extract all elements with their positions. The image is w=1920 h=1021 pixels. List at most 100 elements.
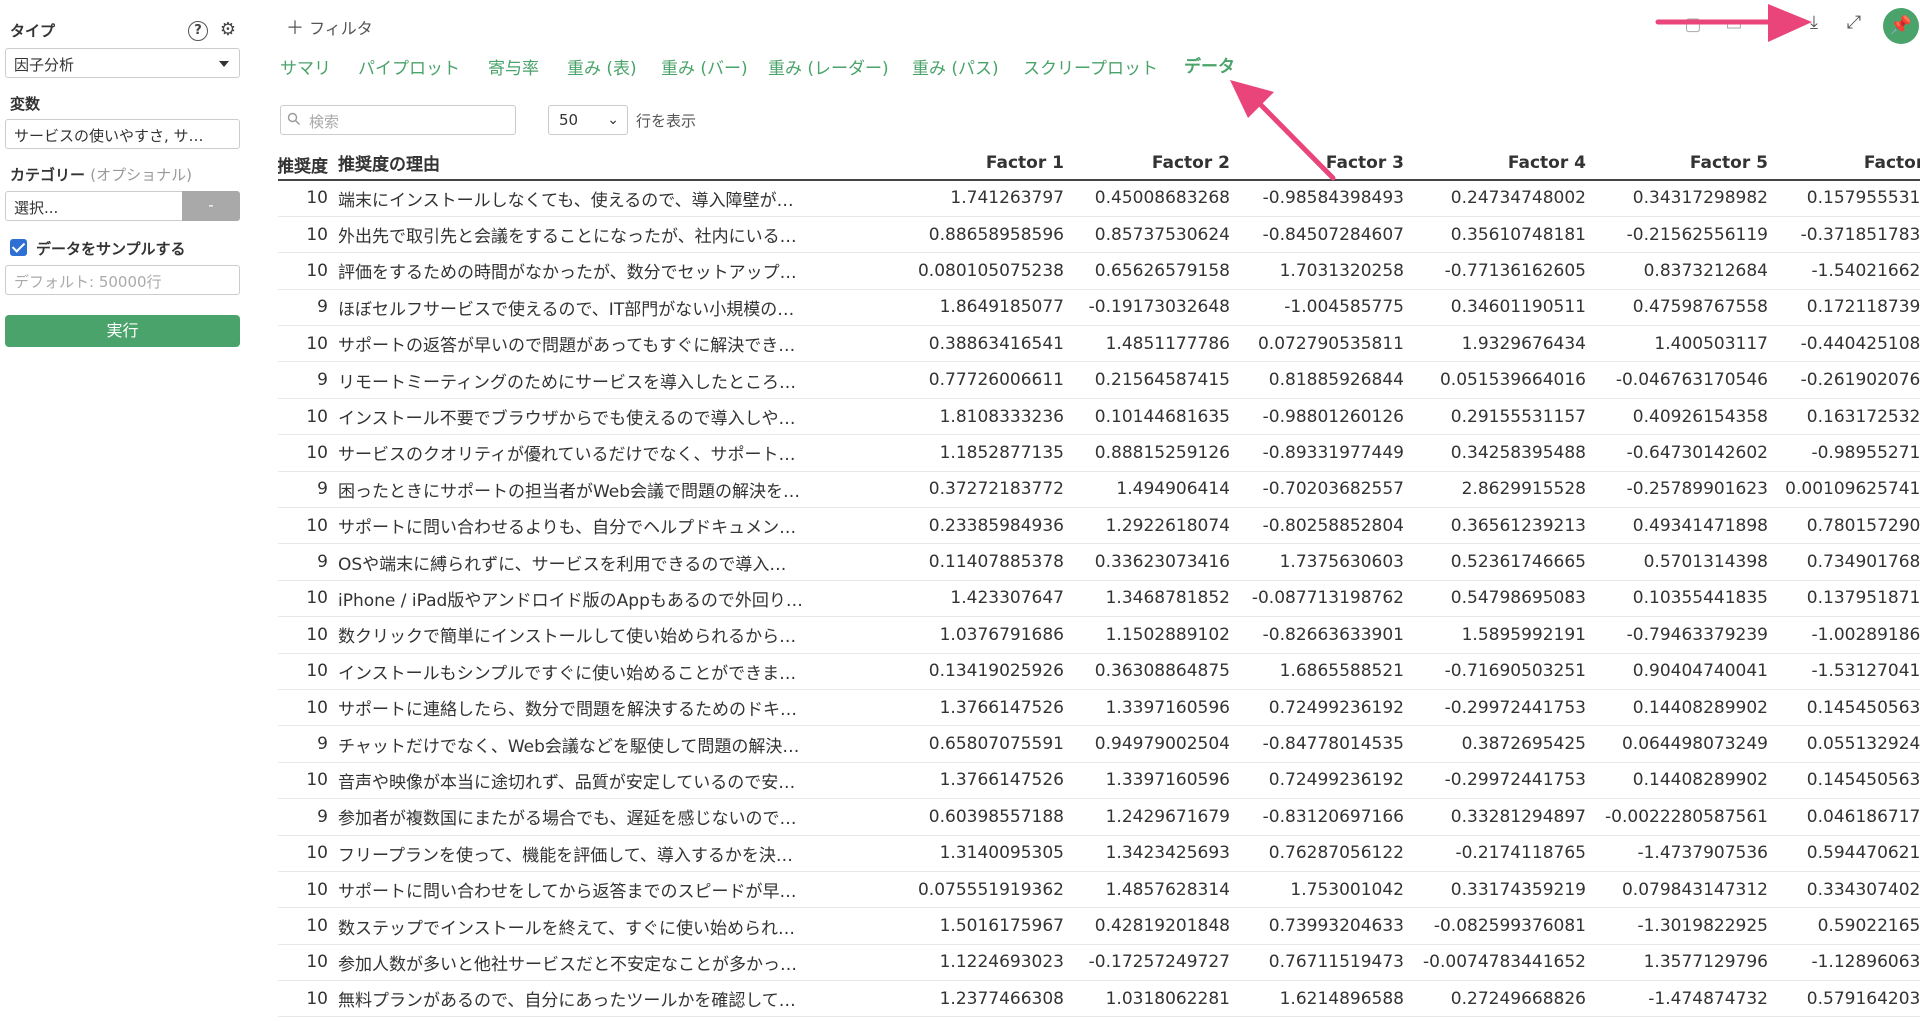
- category-remove-button[interactable]: -: [182, 191, 240, 221]
- factor-cell: 0.5902216567: [1780, 907, 1920, 945]
- factor-cell: 0.85737530624: [1076, 216, 1242, 254]
- table-row[interactable]: 9 リモートミーティングのためにサービスを導入したところ… 0.7772600661…: [278, 361, 1920, 399]
- help-icon[interactable]: ?: [188, 21, 208, 41]
- factor-cell: 0.88815259126: [1076, 434, 1242, 472]
- factor-cell: 1.1852877135: [908, 434, 1076, 472]
- factor-cell: 0.57916420321: [1780, 980, 1920, 1018]
- table-row[interactable]: 10 サポートに問い合わせをしてから返答までのスピードが早… 0.075551919…: [278, 871, 1920, 909]
- table-row[interactable]: 10 端末にインストールしなくても、使えるので、導入障壁が… 1.741263797…: [278, 180, 1920, 217]
- tab-summary[interactable]: サマリ: [280, 54, 331, 79]
- tab-weights-table[interactable]: 重み (表): [567, 54, 637, 79]
- table-row[interactable]: 10 iPhone / iPad版やアンドロイド版のAppもあるので外回り… 1.4…: [278, 580, 1920, 618]
- variable-select[interactable]: サービスの使いやすさ, サ…: [5, 119, 240, 149]
- column-header[interactable]: Factor 4: [1416, 150, 1598, 181]
- tab-weights-bar[interactable]: 重み (バー): [661, 54, 748, 79]
- factor-cell: 0.21564587415: [1076, 361, 1242, 399]
- table-row[interactable]: 9 チャットだけでなく、Web会議などを駆使して問題の解決… 0.658070755…: [278, 725, 1920, 763]
- table-row[interactable]: 10 フリープランを使って、機能を評価して、導入するかを決… 1.314009530…: [278, 835, 1920, 872]
- column-header[interactable]: 推奨度: [278, 150, 328, 181]
- variable-select-value: サービスの使いやすさ, サ…: [14, 127, 204, 145]
- factor-cell: 0.5701314398: [1598, 543, 1780, 581]
- tab-pie-plot[interactable]: パイプロット: [358, 54, 460, 79]
- table-row[interactable]: 10 評価をするための時間がなかったが、数分でセットアップ… 0.080105075…: [278, 252, 1920, 290]
- table-row[interactable]: 9 参加者が複数国にまたがる場合でも、遅延を感じないので… 0.6039855718…: [278, 798, 1920, 836]
- tab-scree-plot[interactable]: スクリープロット: [1023, 54, 1158, 79]
- column-header[interactable]: Factor 6: [1780, 150, 1920, 181]
- factor-cell: 0.36308864875: [1076, 653, 1242, 690]
- sample-size-input[interactable]: デフォルト: 50000行: [5, 265, 240, 295]
- factor-cell: 0.34258395488: [1416, 434, 1598, 472]
- table-row[interactable]: 9 OSや端末に縛られずに、サービスを利用できるので導入… 0.1140788537…: [278, 543, 1920, 581]
- tab-weights-path[interactable]: 重み (パス): [912, 54, 999, 79]
- factor-cell: 1.3397160596: [1076, 689, 1242, 727]
- reason-cell: インストール不要でブラウザからでも使えるので導入しや…: [328, 398, 908, 436]
- factor-cell: 1.741263797: [908, 180, 1076, 217]
- factor-cell: 0.10144681635: [1076, 398, 1242, 436]
- factor-cell: 0.60398557188: [908, 798, 1076, 836]
- factor-cell: -1.004585775: [1242, 289, 1416, 327]
- score-cell: 10: [278, 434, 328, 472]
- comment-icon[interactable]: ▢: [1681, 14, 1705, 35]
- tab-data[interactable]: データ: [1184, 52, 1235, 77]
- table-row[interactable]: 10 サポートに連絡したら、数分で問題を解決するためのドキ… 1.376614752…: [278, 689, 1920, 727]
- factor-cell: -1.0028918621: [1780, 616, 1920, 654]
- column-header[interactable]: Factor 3: [1242, 150, 1416, 181]
- reason-cell: サポートの返答が早いので問題があってもすぐに解決でき…: [328, 325, 908, 363]
- rows-per-page-label: 行を表示: [636, 112, 697, 130]
- factor-cell: 0.76711519473: [1242, 944, 1416, 982]
- factor-cell: -0.71690503251: [1416, 653, 1598, 690]
- factor-cell: -0.25789901623: [1598, 471, 1780, 509]
- column-header[interactable]: Factor 2: [1076, 150, 1242, 181]
- factor-cell: 0.051539664016: [1416, 361, 1598, 399]
- table-row[interactable]: 10 インストール不要でブラウザからでも使えるので導入しや… 1.810833323…: [278, 398, 1920, 436]
- category-select[interactable]: 選択...: [5, 191, 182, 221]
- score-cell: 9: [278, 361, 328, 399]
- column-header[interactable]: Factor 5: [1598, 150, 1780, 181]
- factor-cell: -1.5312704147: [1780, 653, 1920, 690]
- factor-cell: 1.3766147526: [908, 689, 1076, 727]
- column-header[interactable]: 推奨度の理由: [328, 150, 908, 181]
- table-row[interactable]: 10 インストールもシンプルですぐに使い始めることができま… 0.134190259…: [278, 653, 1920, 690]
- factor-cell: 1.3468781852: [1076, 580, 1242, 618]
- rows-per-page-select[interactable]: 50 ⌄: [548, 105, 628, 135]
- table-row[interactable]: 10 サポートに問い合わせるよりも、自分でヘルプドキュメン… 0.233859849…: [278, 507, 1920, 545]
- table-row[interactable]: 10 外出先で取引先と会議をすることになったが、社内にいる… 0.886589585…: [278, 216, 1920, 254]
- table-row[interactable]: 10 数クリックで簡単にインストールして使い始められるから… 1.037679168…: [278, 616, 1920, 654]
- expand-icon[interactable]: ⤢: [1842, 12, 1866, 33]
- type-label: タイプ: [10, 22, 56, 40]
- gear-icon[interactable]: ⚙: [218, 20, 238, 40]
- pin-icon[interactable]: 📌: [1883, 8, 1919, 44]
- table-row[interactable]: 10 数ステップでインストールを終えて、すぐに使い始められ… 1.501617596…: [278, 907, 1920, 945]
- score-cell: 10: [278, 216, 328, 254]
- sample-checkbox[interactable]: [10, 239, 27, 256]
- tab-weights-radar[interactable]: 重み (レーダー): [768, 54, 889, 79]
- factor-cell: 0.65626579158: [1076, 252, 1242, 290]
- tab-contribution[interactable]: 寄与率: [488, 54, 539, 79]
- table-row[interactable]: 10 サービスのクオリティが優れているだけでなく、サポート… 1.185287713…: [278, 434, 1920, 472]
- factor-cell: 0.59447062114: [1780, 835, 1920, 872]
- factor-cell: 0.45008683268: [1076, 180, 1242, 217]
- table-row[interactable]: 9 ほぼセルフサービスで使えるので、IT部門がない小規模の… 1.864918507…: [278, 289, 1920, 327]
- table-row[interactable]: 9 困ったときにサポートの担当者がWeb会議で問題の解決を… 0.372721837…: [278, 471, 1920, 509]
- table-row[interactable]: 10 参加人数が多いと他社サービスだと不安定なことが多かっ… 1.122469302…: [278, 944, 1920, 982]
- table-row[interactable]: 10 無料プランがあるので、自分にあったツールかを確認して… 1.237746630…: [278, 980, 1920, 1018]
- factor-cell: -1.5402166212: [1780, 252, 1920, 290]
- filter-button[interactable]: ＋ フィルタ: [286, 14, 373, 40]
- reason-cell: サポートに問い合わせをしてから返答までのスピードが早…: [328, 871, 908, 909]
- factor-cell: -0.37185178311: [1780, 216, 1920, 254]
- search-input[interactable]: 検索: [280, 105, 516, 135]
- layout-icon[interactable]: ▭: [1722, 14, 1746, 35]
- table-row[interactable]: 10 サポートの返答が早いので問題があってもすぐに解決でき… 0.388634165…: [278, 325, 1920, 363]
- download-icon[interactable]: ⤓: [1802, 12, 1826, 33]
- factor-cell: -0.77136162605: [1416, 252, 1598, 290]
- table-row[interactable]: 10 音声や映像が本当に途切れず、品質が安定しているので安… 1.376614752…: [278, 762, 1920, 800]
- run-button[interactable]: 実行: [5, 315, 240, 347]
- factor-cell: 1.8108333236: [908, 398, 1076, 436]
- column-header[interactable]: Factor 1: [908, 150, 1076, 181]
- factor-cell: 0.47598767558: [1598, 289, 1780, 327]
- factor-cell: 0.04618671792: [1780, 798, 1920, 836]
- factor-cell: 1.1224693023: [908, 944, 1076, 982]
- type-select[interactable]: 因子分析: [5, 48, 240, 78]
- factor-cell: 0.65807075591: [908, 725, 1076, 763]
- factor-cell: 1.3423425693: [1076, 835, 1242, 872]
